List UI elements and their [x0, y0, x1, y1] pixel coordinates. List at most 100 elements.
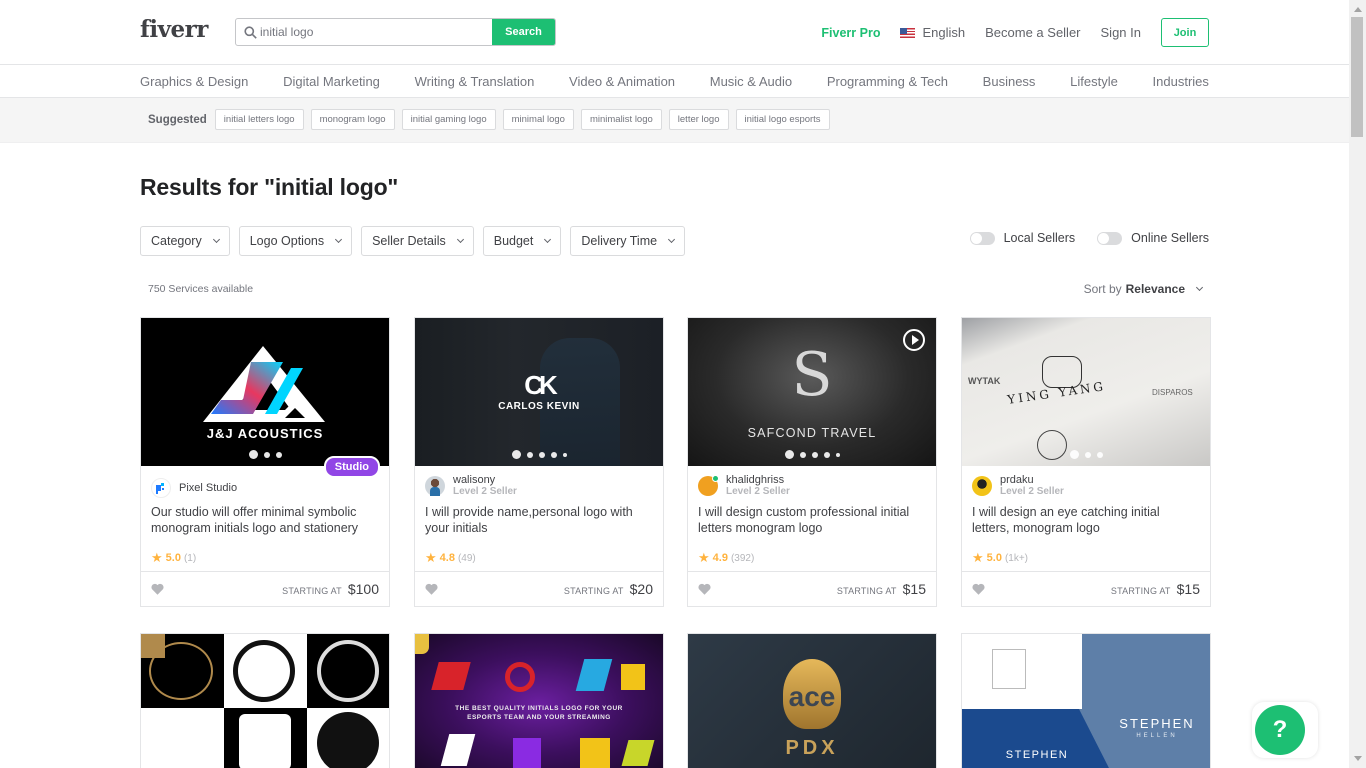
category-lifestyle[interactable]: Lifestyle [1070, 74, 1118, 89]
carousel-dot[interactable] [1096, 451, 1103, 458]
gig-image[interactable]: J&J ACOUSTICS [141, 318, 389, 466]
carousel-dot[interactable] [275, 451, 282, 458]
category-video-animation[interactable]: Video & Animation [569, 74, 675, 89]
filter-logo-options[interactable]: Logo Options [238, 226, 353, 256]
gig-image[interactable]: YING YANG WYTAK DISPAROS [962, 318, 1210, 466]
search-button[interactable]: Search [492, 19, 555, 45]
category-industries[interactable]: Industries [1153, 74, 1209, 89]
carousel-dot[interactable] [784, 450, 794, 459]
filter-delivery-time[interactable]: Delivery Time [570, 226, 686, 256]
carousel-dot[interactable] [799, 451, 806, 458]
suggested-chip[interactable]: letter logo [668, 109, 729, 130]
chevron-down-icon [544, 235, 552, 243]
gig-card[interactable]: YING YANG WYTAK DISPAROS prdaku Level 2 … [961, 317, 1211, 607]
filter-seller-details[interactable]: Seller Details [361, 226, 474, 256]
carousel-dot[interactable] [811, 451, 818, 458]
gig-card[interactable]: THE BEST QUALITY INITIALS LOGO FOR YOUR … [414, 633, 664, 768]
seller-name[interactable]: prdaku [1000, 474, 1064, 486]
suggested-chip[interactable]: initial letters logo [214, 109, 304, 130]
language-selector[interactable]: English [900, 25, 965, 40]
gig-card[interactable]: ace PDX [687, 633, 937, 768]
local-sellers-toggle[interactable]: Local Sellers [969, 231, 1075, 245]
seller-avatar [972, 475, 992, 496]
fiverr-logo[interactable]: fiverr [140, 16, 208, 43]
seller-name[interactable]: Pixel Studio [179, 482, 237, 494]
gig-card[interactable]: J&J ACOUSTICS Studio Pixel Studio Our st… [140, 317, 390, 607]
gig-title[interactable]: I will design custom professional initia… [698, 504, 926, 536]
gig-image[interactable]: THE BEST QUALITY INITIALS LOGO FOR YOUR … [415, 634, 663, 768]
suggested-chip[interactable]: monogram logo [310, 109, 395, 130]
gig-card[interactable] [140, 633, 390, 768]
heart-icon[interactable] [425, 582, 438, 600]
filter-label: Seller Details [372, 234, 446, 248]
search-input[interactable] [258, 19, 492, 45]
scroll-up-arrow-icon[interactable] [1354, 7, 1362, 12]
carousel-dot[interactable] [1069, 450, 1079, 459]
category-writing-translation[interactable]: Writing & Translation [415, 74, 535, 89]
suggested-chip[interactable]: minimal logo [502, 109, 574, 130]
gig-image[interactable]: S SAFCOND TRAVEL [688, 318, 936, 466]
heart-icon[interactable] [972, 582, 985, 600]
carousel-dots[interactable] [962, 450, 1210, 459]
carousel-dots[interactable] [688, 450, 936, 459]
seller-name[interactable]: khalidghriss [726, 474, 790, 486]
gig-title[interactable]: I will design an eye catching initial le… [972, 504, 1200, 536]
gig-card[interactable]: STEPHEN STEPHEN HELLEN [961, 633, 1211, 768]
fiverr-pro-link[interactable]: Fiverr Pro [821, 26, 880, 40]
gig-image[interactable]: CK CARLOS KEVIN [415, 318, 663, 466]
seller-name[interactable]: walisony [453, 474, 517, 486]
play-icon[interactable] [903, 329, 925, 351]
gig-image[interactable] [141, 634, 389, 768]
image-caption: J&J ACOUSTICS [206, 426, 324, 441]
carousel-dot[interactable] [823, 451, 830, 458]
gig-card[interactable]: CK CARLOS KEVIN walisony Level 2 Seller … [414, 317, 664, 607]
carousel-dot[interactable] [263, 451, 270, 458]
heart-icon[interactable] [698, 582, 711, 600]
suggested-chip[interactable]: initial logo esports [735, 109, 830, 130]
carousel-dot[interactable] [538, 451, 545, 458]
suggested-chip[interactable]: initial gaming logo [401, 109, 496, 130]
toggle-switch[interactable] [1097, 231, 1123, 245]
carousel-dot[interactable] [550, 451, 557, 458]
category-programming-tech[interactable]: Programming & Tech [827, 74, 948, 89]
carousel-dot[interactable] [562, 452, 567, 457]
esports-logo [580, 738, 610, 768]
image-caption: STEPHEN [1005, 749, 1069, 761]
filter-budget[interactable]: Budget [482, 226, 562, 256]
gig-image[interactable]: ace PDX [688, 634, 936, 768]
toggle-switch[interactable] [969, 231, 995, 245]
sign-in-link[interactable]: Sign In [1101, 25, 1141, 40]
category-business[interactable]: Business [983, 74, 1036, 89]
carousel-dot[interactable] [511, 450, 521, 459]
filter-category[interactable]: Category [140, 226, 230, 256]
carousel-dot[interactable] [248, 450, 258, 459]
carousel-dot[interactable] [526, 451, 533, 458]
image-caption: SAFCOND TRAVEL [747, 426, 877, 440]
category-music-audio[interactable]: Music & Audio [710, 74, 792, 89]
vertical-scrollbar[interactable] [1349, 0, 1366, 768]
chevron-down-icon [1195, 283, 1204, 291]
gig-image[interactable]: STEPHEN STEPHEN HELLEN [962, 634, 1210, 768]
scroll-down-arrow-icon[interactable] [1354, 756, 1362, 761]
carousel-dots[interactable] [415, 450, 663, 459]
seller-info[interactable]: prdaku Level 2 Seller [972, 474, 1064, 497]
starting-at-label: STARTING AT [1110, 586, 1171, 596]
carousel-dot[interactable] [835, 452, 840, 457]
carousel-dot[interactable] [1084, 451, 1091, 458]
gig-title[interactable]: Our studio will offer minimal symbolic m… [151, 504, 379, 536]
category-digital-marketing[interactable]: Digital Marketing [283, 74, 380, 89]
gig-card[interactable]: S SAFCOND TRAVEL khalidghriss Level 2 Se… [687, 317, 937, 607]
scroll-thumb[interactable] [1351, 17, 1363, 137]
join-button[interactable]: Join [1161, 18, 1209, 47]
gig-title[interactable]: I will provide name,personal logo with y… [425, 504, 653, 536]
category-graphics-design[interactable]: Graphics & Design [140, 74, 248, 89]
seller-info[interactable]: khalidghriss Level 2 Seller [698, 474, 790, 497]
suggested-chip[interactable]: minimalist logo [580, 109, 662, 130]
sort-dropdown[interactable]: Sort by Relevance [1084, 282, 1204, 296]
seller-info[interactable]: walisony Level 2 Seller [425, 474, 517, 497]
heart-icon[interactable] [151, 582, 164, 600]
become-seller-link[interactable]: Become a Seller [985, 25, 1080, 40]
seller-info[interactable]: Pixel Studio [151, 478, 237, 498]
online-sellers-toggle[interactable]: Online Sellers [1097, 231, 1209, 245]
help-button[interactable]: ? [1255, 705, 1305, 755]
